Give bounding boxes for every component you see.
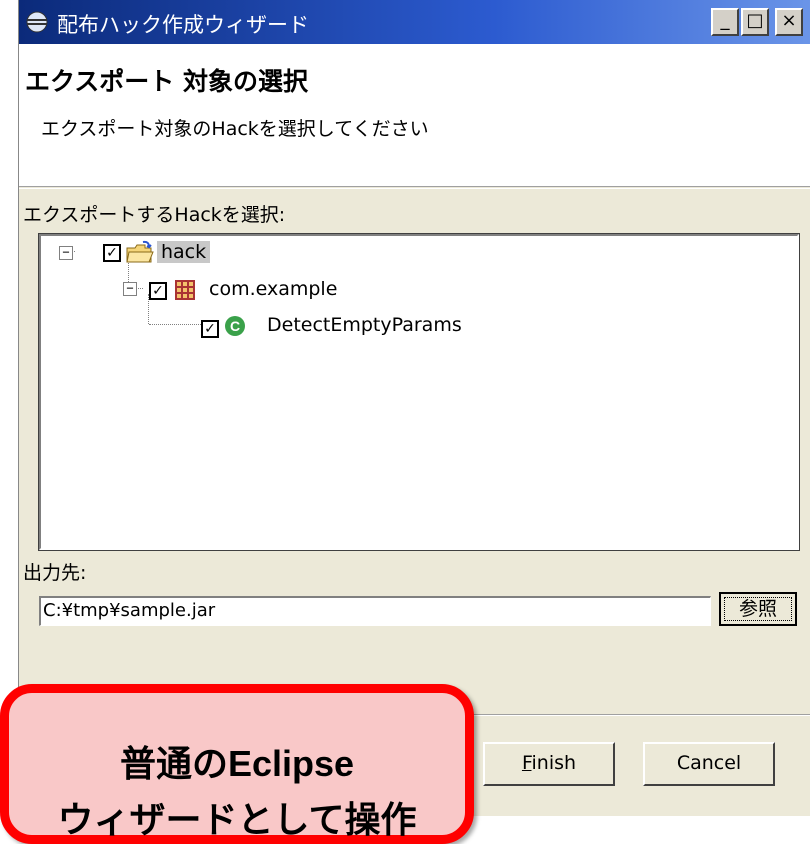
window-title: 配布ハック作成ウィザード [57,13,309,37]
folder-icon [126,240,154,263]
callout-line-1: 普通のEclipse [119,743,355,784]
output-label: 出力先: [23,562,87,584]
close-button[interactable]: × [775,8,803,36]
hack-tree[interactable]: − ✓ hack − ✓ com.example ✓ C DetectEmpty… [38,233,800,551]
title-bar[interactable]: 配布ハック作成ウィザード _ □ × [19,0,810,44]
tree-item-label: hack [157,241,211,263]
hack-checkbox[interactable]: ✓ [103,244,121,262]
tree-item-label: com.example [209,278,338,300]
browse-button[interactable]: 参照 [719,592,797,626]
header-divider [19,188,810,189]
package-icon [175,280,195,300]
cancel-button[interactable]: Cancel [643,742,775,786]
browse-button-label: 参照 [724,597,792,621]
page-description: エクスポート対象のHackを選択してください [41,118,429,140]
wizard-header: エクスポート 対象の選択 エクスポート対象のHackを選択してください [19,44,810,187]
collapse-icon[interactable]: − [123,282,137,296]
annotation-callout: 普通のEclipse ウィザードとして操作 [0,684,474,844]
callout-line-2: ウィザードとして操作 [57,799,417,840]
finish-mnemonic: F [521,752,532,774]
maximize-icon: □ [746,10,764,31]
finish-label-rest: inish [531,752,577,774]
svg-text:C: C [230,318,240,334]
output-path-field[interactable]: C:¥tmp¥sample.jar [39,596,711,626]
close-icon: × [781,10,797,31]
finish-button[interactable]: Finish [483,742,615,786]
detectemptyparams-checkbox[interactable]: ✓ [201,320,219,338]
eclipse-icon [26,11,48,33]
page-title: エクスポート 対象の選択 [25,67,308,96]
maximize-button[interactable]: □ [741,8,769,36]
tree-label: エクスポートするHackを選択: [23,204,286,226]
tree-item-detectemptyparams[interactable]: ✓ C DetectEmptyParams [41,310,641,342]
class-icon: C [225,316,245,336]
tree-item-hack[interactable]: − ✓ hack [41,238,641,270]
minimize-button[interactable]: _ [711,8,739,36]
tree-item-com-example[interactable]: − ✓ com.example [41,274,641,306]
minimize-icon: _ [720,10,730,31]
collapse-icon[interactable]: − [59,246,73,260]
com-example-checkbox[interactable]: ✓ [149,282,167,300]
tree-item-label: DetectEmptyParams [267,314,462,336]
